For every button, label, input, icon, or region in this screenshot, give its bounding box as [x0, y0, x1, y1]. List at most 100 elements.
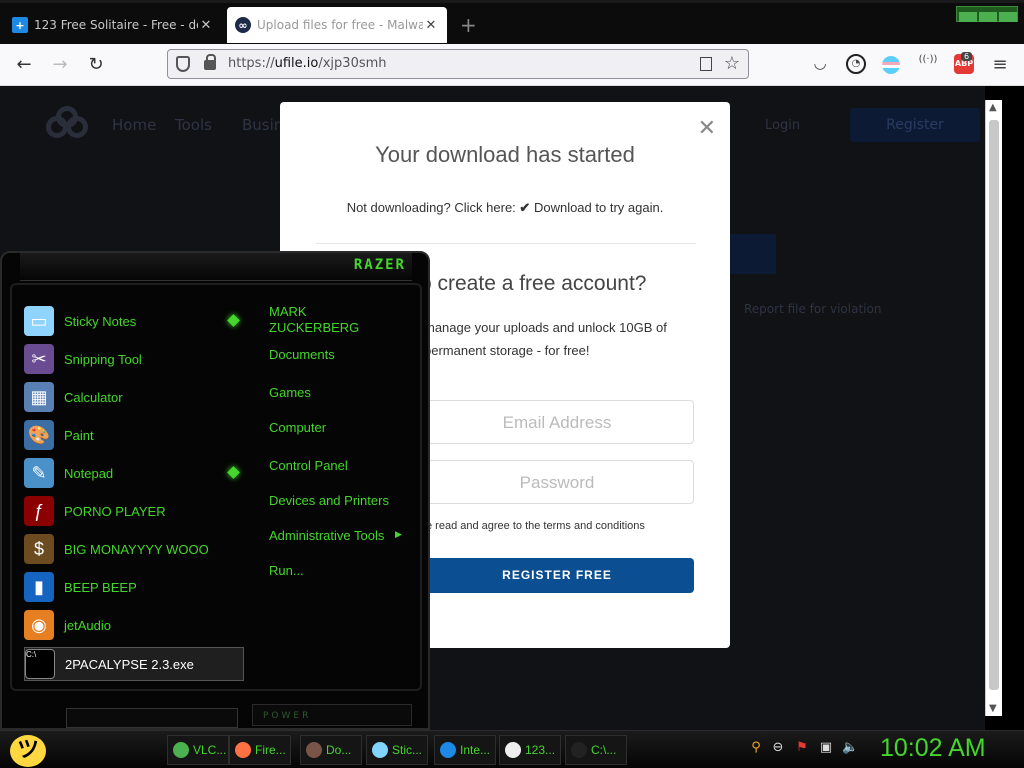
close-icon[interactable]: ✕ — [698, 116, 716, 141]
program-item[interactable]: ▮ BEEP BEEP — [24, 570, 244, 604]
url-bar[interactable]: https://ufile.io/xjp30smh ☆ — [167, 49, 749, 79]
program-item[interactable]: ƒ PORNO PLAYER — [24, 494, 244, 528]
network-icon[interactable]: ▣ — [818, 740, 834, 756]
taskbar-item[interactable]: C:\... — [565, 735, 627, 765]
scissors-icon: ✂ — [24, 344, 54, 374]
start-button[interactable]: ツ — [10, 735, 46, 767]
account-heading: o create a free account? — [420, 272, 647, 295]
tab-solitaire[interactable]: + 123 Free Solitaire - Free - downl ✕ — [4, 7, 222, 43]
palette-icon: 🎨 — [24, 420, 54, 450]
taskbar-item-label: Do... — [326, 743, 352, 757]
new-tab-button[interactable]: + — [460, 13, 477, 37]
taskbar-item[interactable]: Inte... — [434, 735, 496, 765]
nav-register-button[interactable]: Register — [850, 108, 980, 142]
checkmark-icon: ✔ — [519, 200, 531, 215]
reader-view-icon[interactable] — [700, 57, 712, 71]
url-host: ufile.io — [274, 56, 319, 71]
taskbar-clock[interactable]: 10:02 AM — [880, 734, 986, 763]
start-menu: RAZER ▭ Sticky Notes ✂ Snipping Tool ▦ Calcul… — [0, 251, 430, 730]
program-label: Notepad — [64, 465, 114, 481]
tab-ufile[interactable]: ∞ Upload files for free - Malware ✕ — [227, 7, 447, 43]
scrollbar-thumb[interactable] — [989, 120, 999, 690]
page-scrollbar[interactable]: ▲ ▼ — [985, 100, 1002, 716]
program-item[interactable]: 🎨 Paint — [24, 418, 244, 452]
reload-icon[interactable]: ↻ — [84, 54, 108, 75]
calculator-icon: ▦ — [24, 382, 54, 412]
close-icon[interactable]: ✕ — [198, 18, 214, 33]
program-label: BIG MONAYYYY WOOO — [64, 541, 209, 557]
not-downloading-text: Not downloading? Click here: ✔ Download … — [280, 200, 730, 216]
menu-hamburger-icon[interactable]: ≡ — [990, 54, 1010, 75]
taskbar-item-label: 123... — [525, 743, 556, 757]
forward-arrow-icon[interactable]: → — [48, 54, 72, 75]
document-icon — [306, 742, 322, 758]
back-arrow-icon[interactable]: ← — [12, 54, 36, 75]
shield-icon[interactable] — [176, 56, 190, 72]
taskbar-item[interactable]: Do... — [300, 735, 362, 765]
place-item[interactable]: Control Panel — [269, 458, 348, 474]
lock-icon[interactable] — [204, 54, 216, 70]
power-button[interactable]: POWER — [252, 704, 412, 726]
bookmark-star-icon[interactable]: ☆ — [724, 53, 740, 74]
action-center-flag-icon[interactable]: ⚑ — [794, 740, 810, 756]
taskbar-item[interactable]: Stic... — [366, 735, 428, 765]
extension-signal-icon[interactable]: ((·)) — [918, 54, 938, 74]
taskbar-item[interactable]: VLC... — [167, 735, 229, 765]
pocket-icon[interactable]: ◡ — [810, 54, 830, 74]
window-controls[interactable] — [956, 6, 1018, 22]
place-item[interactable]: Run... — [269, 563, 304, 579]
report-link[interactable]: Report file for violation — [744, 302, 881, 316]
sticky-notes-icon: ▭ — [24, 306, 54, 336]
ufile-logo[interactable] — [46, 106, 94, 144]
flash-icon: ƒ — [24, 496, 54, 526]
place-item[interactable]: Games — [269, 385, 311, 401]
volume-icon[interactable]: 🔈 — [842, 740, 858, 756]
chrome-icon — [173, 742, 189, 758]
place-item[interactable]: Administrative Tools — [269, 528, 384, 544]
nav-business[interactable]: Busin — [242, 116, 283, 134]
taskbar-item[interactable]: 123... — [499, 735, 561, 765]
download-button-backdrop — [728, 234, 776, 274]
nav-home[interactable]: Home — [112, 116, 156, 134]
taskbar-item-label: Fire... — [255, 743, 286, 757]
retry-download-link[interactable]: Download to try again. — [534, 200, 663, 215]
taskbar-item-label: Inte... — [460, 743, 491, 757]
nav-login[interactable]: Login — [765, 118, 800, 133]
firefox-icon — [235, 742, 251, 758]
email-field[interactable]: Email Address — [420, 400, 694, 444]
register-free-button[interactable]: REGISTER FREE — [420, 558, 694, 593]
scroll-down-icon[interactable]: ▼ — [989, 703, 997, 714]
program-item[interactable]: C:\ 2PACALYPSE 2.3.exe — [24, 647, 244, 681]
phone-icon: ▮ — [24, 572, 54, 602]
program-item[interactable]: ◉ jetAudio — [24, 608, 244, 642]
url-text[interactable]: https://ufile.io/xjp30smh — [228, 56, 387, 71]
place-item[interactable]: MARK ZUCKERBERG — [269, 304, 359, 336]
place-item[interactable]: Devices and Printers — [269, 493, 389, 509]
search-icon[interactable]: ⚲ — [748, 740, 764, 756]
tab-title: Upload files for free - Malware — [257, 18, 423, 32]
program-label: 2PACALYPSE 2.3.exe — [65, 656, 194, 672]
history-clock-icon[interactable]: ◔ — [846, 54, 866, 74]
scroll-up-icon[interactable]: ▲ — [989, 102, 997, 113]
seven-zip-icon — [571, 742, 587, 758]
submenu-arrow-icon[interactable]: ▶ — [395, 530, 402, 540]
start-search-input[interactable] — [66, 708, 238, 728]
place-item[interactable]: Documents — [269, 347, 335, 363]
taskbar-item[interactable]: Fire... — [229, 735, 291, 765]
place-item[interactable]: Computer — [269, 420, 326, 436]
notepad-icon: ✎ — [24, 458, 54, 488]
solitaire-favicon-icon: + — [12, 17, 28, 33]
program-item[interactable]: ▦ Calculator — [24, 380, 244, 414]
diamond-marker-icon — [227, 466, 240, 479]
close-icon[interactable]: ✕ — [423, 18, 439, 33]
program-item[interactable]: $ BIG MONAYYYY WOOO — [24, 532, 244, 566]
program-label: PORNO PLAYER — [64, 503, 166, 519]
program-label: jetAudio — [64, 617, 111, 633]
minus-circle-icon[interactable]: ⊖ — [770, 740, 786, 756]
program-item[interactable]: ▭ Sticky Notes — [24, 304, 244, 338]
program-item[interactable]: ✎ Notepad — [24, 456, 244, 490]
password-field[interactable]: Password — [420, 460, 694, 504]
program-item[interactable]: ✂ Snipping Tool — [24, 342, 244, 376]
nav-tools[interactable]: Tools — [175, 116, 212, 134]
extension-flag-icon[interactable] — [882, 56, 900, 74]
